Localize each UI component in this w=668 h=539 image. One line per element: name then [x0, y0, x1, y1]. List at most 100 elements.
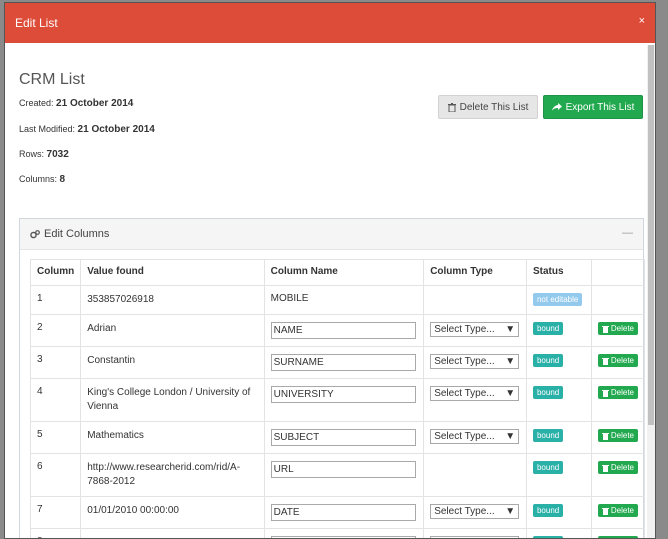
created-meta: Created: 21 October 2014 [19, 98, 133, 109]
cell-name [263, 496, 425, 529]
delete-column-button[interactable]: Delete [597, 429, 638, 442]
scrollbar[interactable] [647, 45, 655, 538]
trash-icon [601, 389, 609, 397]
column-type-select[interactable]: Select Type... ▼ [430, 504, 520, 519]
cell-type: Select Type... ▼ [423, 421, 527, 454]
created-label: Created: [19, 98, 54, 108]
cell-column: 7 [29, 496, 82, 529]
cell-name [263, 314, 425, 347]
modified-value: 21 October 2014 [77, 124, 155, 135]
cell-value: Constantin [80, 346, 265, 379]
cell-type [423, 453, 527, 497]
table-row: 81 Number▼boundDelete [29, 528, 646, 538]
cell-name [263, 346, 425, 379]
delete-column-label: Delete [610, 324, 634, 333]
delete-column-button[interactable]: Delete [597, 504, 638, 517]
delete-column-button[interactable]: Delete [597, 354, 638, 367]
cell-actions [590, 285, 646, 315]
column-name-input[interactable] [270, 461, 416, 478]
dropdown-arrow-icon: ▼ [505, 324, 516, 335]
trash-icon [601, 357, 609, 365]
cell-name [263, 421, 425, 454]
export-list-button[interactable]: Export This List [543, 95, 643, 119]
cell-actions: Delete [590, 453, 646, 497]
cell-name: MOBILE [263, 285, 425, 315]
dropdown-arrow-icon: ▼ [505, 431, 516, 442]
modal-title: Edit List [15, 16, 58, 30]
cell-status: bound [525, 314, 592, 347]
column-name-input[interactable] [270, 322, 416, 339]
column-name-input[interactable] [270, 429, 416, 446]
cell-value: 1 [80, 528, 265, 538]
cell-value: 01/01/2010 00:00:00 [80, 496, 265, 529]
col-header-value: Value found [80, 259, 265, 286]
cell-value: 353857026918 [80, 285, 265, 315]
collapse-icon[interactable]: — [622, 227, 633, 239]
columns-meta: Columns: 8 [19, 174, 65, 185]
column-type-select[interactable]: Select Type... ▼ [430, 354, 520, 369]
cell-type: Select Type... ▼ [423, 346, 527, 379]
columns-label: Columns: [19, 174, 58, 184]
edit-columns-title: Edit Columns [44, 228, 110, 240]
created-value: 21 October 2014 [56, 98, 134, 109]
column-type-select[interactable]: Select Type... ▼ [430, 429, 520, 444]
col-header-type: Column Type [423, 259, 527, 286]
edit-columns-box: Edit Columns — Column Value found Column… [19, 218, 646, 538]
cell-status: bound [525, 528, 592, 538]
cell-type: Number▼ [423, 528, 527, 538]
delete-list-button[interactable]: Delete This List [438, 95, 538, 119]
rows-label: Rows: [19, 149, 45, 159]
cell-type [423, 285, 527, 315]
delete-column-label: Delete [610, 463, 634, 472]
close-icon[interactable]: × [639, 15, 645, 27]
column-type-select[interactable]: Select Type... ▼ [430, 386, 520, 401]
status-badge: bound [532, 354, 564, 367]
delete-column-button[interactable]: Delete [597, 461, 638, 474]
rows-value: 7032 [46, 149, 69, 160]
col-header-column: Column [29, 259, 82, 286]
trash-icon [601, 464, 609, 472]
column-type-select[interactable]: Select Type... ▼ [430, 322, 520, 337]
cell-status: bound [525, 421, 592, 454]
delete-column-button[interactable]: Delete [597, 322, 638, 335]
column-name-input[interactable] [270, 386, 416, 403]
delete-column-label: Delete [610, 431, 634, 440]
table-row: 5Mathematics Select Type... ▼ bound Delete [29, 421, 646, 454]
trash-icon [601, 432, 609, 440]
list-title: CRM List [19, 71, 85, 88]
cell-status: bound [525, 378, 592, 422]
table-header-row: Column Value found Column Name Column Ty… [29, 259, 646, 286]
status-badge: bound [532, 461, 564, 474]
cell-actions: Delete [590, 378, 646, 422]
gears-icon [30, 229, 40, 239]
col-header-status: Status [525, 259, 592, 286]
columns-value: 8 [59, 174, 66, 185]
cell-value: http://www.researcherid.com/rid/A-7868-2… [80, 453, 265, 497]
cell-actions: Delete [590, 421, 646, 454]
modal-header: Edit List × [5, 3, 655, 43]
cell-actions: Delete [590, 496, 646, 529]
delete-column-button[interactable]: Delete [597, 386, 638, 399]
table-row: 6 http://www.researcherid.com/rid/A-7868-… [29, 453, 646, 497]
export-list-label: Export This List [565, 101, 635, 113]
delete-list-label: Delete This List [459, 101, 529, 113]
cell-actions: Delete [590, 314, 646, 347]
status-badge: bound [532, 386, 564, 399]
column-name-input[interactable] [270, 354, 416, 371]
cell-name [263, 378, 425, 422]
dropdown-arrow-icon: ▼ [505, 506, 516, 517]
scroll-thumb[interactable] [648, 45, 654, 425]
share-icon [551, 102, 562, 112]
cell-column: 1 [29, 285, 82, 315]
cell-column: 6 [29, 453, 82, 497]
cell-value: King's College London / University of Vi… [80, 378, 265, 422]
trash-icon [447, 102, 456, 112]
cell-status: not editable [525, 285, 592, 315]
delete-column-label: Delete [610, 388, 634, 397]
column-type-value: Select Type... [434, 431, 495, 442]
cell-value: Mathematics [80, 421, 265, 454]
status-badge: bound [532, 504, 564, 517]
column-name-input[interactable] [270, 504, 416, 521]
cell-column: 3 [29, 346, 82, 379]
cell-actions: Delete [590, 528, 646, 538]
